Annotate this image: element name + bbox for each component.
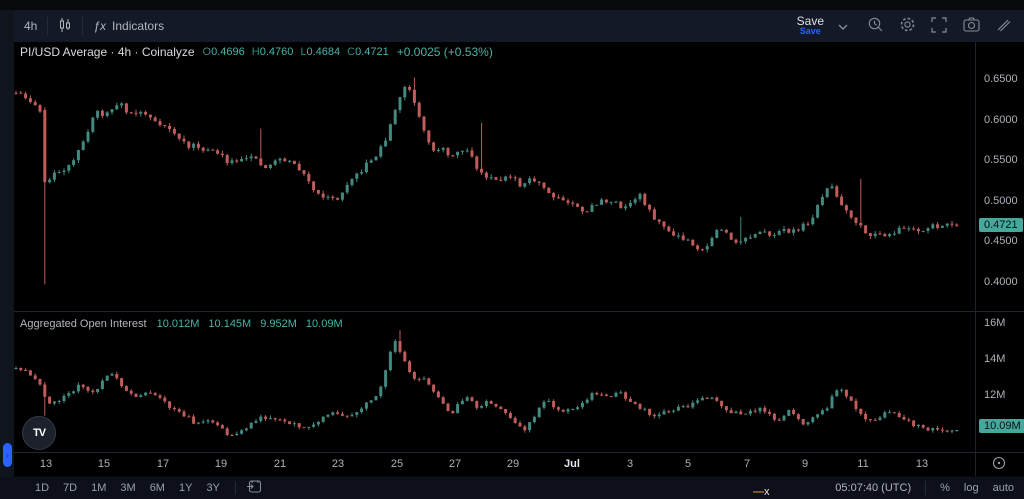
cursor-artifact: —x <box>753 486 770 498</box>
tv-logo-text: TV <box>33 427 45 439</box>
sidebar-toggle-handle[interactable]: › <box>3 443 12 467</box>
time-tick: 21 <box>274 458 286 470</box>
time-tick: 5 <box>685 458 691 470</box>
range-button-3m[interactable]: 3M <box>115 480 140 496</box>
save-button[interactable]: Save Save <box>797 16 824 36</box>
gear-icon <box>899 16 916 36</box>
clock-utc[interactable]: 05:07:40 (UTC) <box>835 482 911 494</box>
price-tick: 0.4500 <box>984 235 1018 247</box>
time-tick: 29 <box>507 458 519 470</box>
timezone-clock-icon[interactable] <box>989 455 1009 471</box>
time-tick: 25 <box>391 458 403 470</box>
interval-label: 4h <box>24 19 37 33</box>
save-menu-button[interactable] <box>830 13 856 39</box>
fx-icon: ƒx <box>93 19 106 33</box>
price-pane[interactable] <box>14 42 975 311</box>
fullscreen-icon <box>931 17 947 36</box>
range-button-7d[interactable]: 7D <box>58 480 82 496</box>
time-tick: 7 <box>744 458 750 470</box>
indicators-label: Indicators <box>112 19 164 33</box>
range-button-1d[interactable]: 1D <box>30 480 54 496</box>
time-tick: 3 <box>627 458 633 470</box>
market-replay-icon <box>867 16 884 36</box>
indicators-button[interactable]: ƒx Indicators <box>83 10 174 42</box>
time-tick: Jul <box>564 458 580 470</box>
range-buttons: 1D7D1M3M 6M1Y3Y <box>28 480 227 496</box>
price-tick: 0.6500 <box>984 73 1018 85</box>
range-button-3y[interactable]: 3Y <box>201 480 224 496</box>
time-tick: 19 <box>215 458 227 470</box>
time-tick: 17 <box>157 458 169 470</box>
interval-button[interactable]: 4h <box>14 10 47 42</box>
pencil-icon <box>996 17 1011 35</box>
publish-button[interactable] <box>990 13 1016 39</box>
last-oi-badge: 10.09M <box>979 419 1024 433</box>
cursor-dash: — <box>753 486 764 498</box>
time-tick: 27 <box>449 458 461 470</box>
top-toolbar: 4h ƒx Indicators Save Save <box>14 10 1024 42</box>
candles-style-icon <box>58 17 72 36</box>
time-tick: 9 <box>802 458 808 470</box>
price-tick: 16M <box>984 317 1005 329</box>
time-tick: 15 <box>98 458 110 470</box>
pane-divider[interactable] <box>14 311 1024 312</box>
save-label: Save <box>797 16 824 26</box>
price-tick: 12M <box>984 389 1005 401</box>
toolbar-right-group: Save Save <box>797 13 1024 39</box>
range-button-1y[interactable]: 1Y <box>174 480 197 496</box>
price-tick: 0.5000 <box>984 195 1018 207</box>
time-tick: 13 <box>40 458 52 470</box>
bottom-bar-separator <box>925 481 926 495</box>
fullscreen-button[interactable] <box>926 13 952 39</box>
time-tick: 13 <box>916 458 928 470</box>
last-price-badge: 0.4721 <box>979 218 1023 232</box>
log-scale-button[interactable]: log <box>964 482 979 494</box>
camera-icon <box>963 17 980 35</box>
open-interest-pane[interactable] <box>14 312 975 452</box>
chevron-down-icon <box>838 19 848 33</box>
price-tick: 14M <box>984 353 1005 365</box>
tradingview-logo[interactable]: TV <box>22 416 56 450</box>
price-tick: 0.5500 <box>984 154 1018 166</box>
goto-date-icon <box>246 480 261 496</box>
save-hint: Save <box>800 26 821 36</box>
range-button-1m[interactable]: 1M <box>86 480 111 496</box>
time-tick: 23 <box>332 458 344 470</box>
window-top-strip <box>0 0 1024 10</box>
goto-date-button[interactable] <box>244 478 264 498</box>
cursor-x: x <box>764 486 770 498</box>
time-tick: 11 <box>857 458 868 470</box>
bottom-bar-separator <box>235 481 236 495</box>
chart-style-button[interactable] <box>48 10 82 42</box>
percent-scale-button[interactable]: % <box>940 482 950 494</box>
left-edge-strip <box>0 10 14 499</box>
screenshot-button[interactable] <box>958 13 984 39</box>
bottom-bar-right: 05:07:40 (UTC) % log auto <box>835 481 1024 495</box>
auto-scale-button[interactable]: auto <box>993 482 1014 494</box>
price-tick: 0.4000 <box>984 276 1018 288</box>
settings-button[interactable] <box>894 13 920 39</box>
replay-button[interactable] <box>862 13 888 39</box>
range-button-6m[interactable]: 6M <box>145 480 170 496</box>
bottom-toolbar: 1D7D1M3M 6M1Y3Y 05:07:40 (UTC) % log auto <box>0 477 1024 499</box>
price-tick: 0.6000 <box>984 114 1018 126</box>
